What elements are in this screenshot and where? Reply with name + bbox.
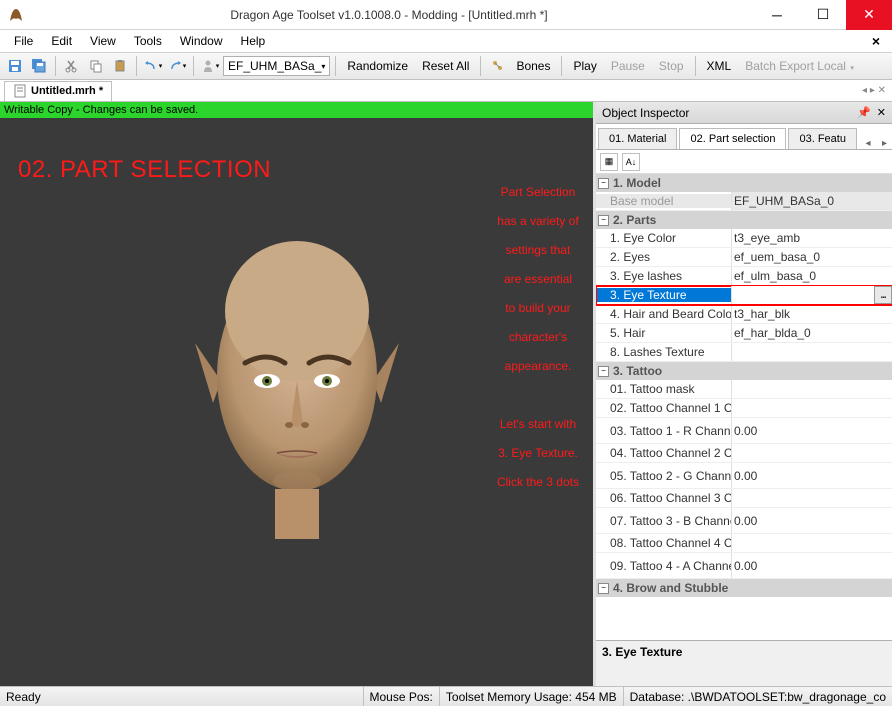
close-button[interactable]: ✕: [846, 0, 892, 30]
section-parts[interactable]: −2. Parts: [596, 211, 892, 229]
menu-edit[interactable]: Edit: [43, 32, 80, 50]
prop-tattoo-2-g[interactable]: 05. Tattoo 2 - G Channe0.00: [596, 463, 892, 489]
document-tab-strip: Untitled.mrh * ◂ ▸ ✕: [0, 80, 892, 102]
mdi-close-icon[interactable]: ×: [866, 33, 886, 49]
menu-bar: File Edit View Tools Window Help ×: [0, 30, 892, 52]
bones-button[interactable]: Bones: [510, 57, 556, 75]
collapse-icon[interactable]: −: [598, 178, 609, 189]
head-model: [187, 231, 407, 551]
chevron-down-icon: ▾: [321, 62, 325, 71]
status-memory: Toolset Memory Usage: 454 MB: [440, 687, 624, 706]
copy-icon[interactable]: [85, 55, 107, 77]
tab-scroll-left[interactable]: ◂: [862, 138, 873, 149]
sort-az-icon[interactable]: A↓: [622, 153, 640, 171]
menu-tools[interactable]: Tools: [126, 32, 170, 50]
base-model-value: EF_UHM_BASa_: [228, 59, 321, 73]
prop-lashes-texture[interactable]: 8. Lashes Texture: [596, 343, 892, 362]
reset-all-button[interactable]: Reset All: [416, 57, 475, 75]
app-icon: [8, 7, 24, 23]
section-tattoo[interactable]: −3. Tattoo: [596, 362, 892, 380]
status-mouse-pos: Mouse Pos:: [364, 687, 440, 706]
save-all-icon[interactable]: [28, 55, 50, 77]
redo-icon[interactable]: ▾: [166, 55, 188, 77]
base-model-dropdown[interactable]: EF_UHM_BASa_ ▾: [223, 56, 330, 76]
prop-tattoo-mask[interactable]: 01. Tattoo mask: [596, 380, 892, 399]
section-brow-stubble[interactable]: −4. Brow and Stubble: [596, 579, 892, 597]
save-icon[interactable]: [4, 55, 26, 77]
window-titlebar: Dragon Age Toolset v1.0.1008.0 - Modding…: [0, 0, 892, 30]
writable-banner: Writable Copy - Changes can be saved.: [0, 102, 593, 118]
main-toolbar: ▾ ▾ ▾ EF_UHM_BASa_ ▾ Randomize Reset All…: [0, 52, 892, 80]
xml-button[interactable]: XML: [701, 57, 738, 75]
ellipsis-button[interactable]: ...: [874, 286, 892, 304]
collapse-icon[interactable]: −: [598, 366, 609, 377]
menu-view[interactable]: View: [82, 32, 124, 50]
content-area: Writable Copy - Changes can be saved.: [0, 102, 892, 686]
document-icon: [13, 84, 27, 98]
prop-tattoo-ch1-color[interactable]: 02. Tattoo Channel 1 C: [596, 399, 892, 418]
prop-eye-color[interactable]: 1. Eye Colort3_eye_amb: [596, 229, 892, 248]
inspector-title: Object Inspector: [602, 106, 689, 120]
property-grid[interactable]: −1. Model Base modelEF_UHM_BASa_0 −2. Pa…: [596, 174, 892, 640]
prop-hair[interactable]: 5. Hairef_har_blda_0: [596, 324, 892, 343]
collapse-icon[interactable]: −: [598, 583, 609, 594]
collapse-icon[interactable]: −: [598, 215, 609, 226]
menu-window[interactable]: Window: [172, 32, 231, 50]
property-description: 3. Eye Texture: [596, 640, 892, 686]
pause-button[interactable]: Pause: [605, 57, 651, 75]
object-inspector-panel: Object Inspector 📌 ✕ 01. Material 02. Pa…: [596, 102, 892, 686]
status-ready: Ready: [0, 687, 364, 706]
prop-tattoo-3-b[interactable]: 07. Tattoo 3 - B Channe0.00: [596, 508, 892, 534]
cut-icon[interactable]: [61, 55, 83, 77]
menu-file[interactable]: File: [6, 32, 41, 50]
inspector-header[interactable]: Object Inspector 📌 ✕: [596, 102, 892, 124]
undo-icon[interactable]: ▾: [142, 55, 164, 77]
randomize-button[interactable]: Randomize: [341, 57, 414, 75]
prop-eyes[interactable]: 2. Eyesef_uem_basa_0: [596, 248, 892, 267]
maximize-button[interactable]: ☐: [800, 0, 846, 30]
property-grid-toolbar: ▦ A↓: [596, 150, 892, 174]
panel-close-icon[interactable]: ✕: [877, 106, 886, 119]
status-database: Database: .\BWDATOOLSET:bw_dragonage_co: [624, 687, 892, 706]
paste-icon[interactable]: [109, 55, 131, 77]
status-bar: Ready Mouse Pos: Toolset Memory Usage: 4…: [0, 686, 892, 706]
prop-tattoo-1-r[interactable]: 03. Tattoo 1 - R Channe0.00: [596, 418, 892, 444]
document-tab[interactable]: Untitled.mrh *: [4, 81, 112, 101]
menu-help[interactable]: Help: [233, 32, 274, 50]
tab-features[interactable]: 03. Featu: [788, 128, 856, 149]
window-title: Dragon Age Toolset v1.0.1008.0 - Modding…: [24, 8, 754, 22]
prop-hair-beard-color[interactable]: 4. Hair and Beard Colort3_har_blk: [596, 305, 892, 324]
tab-material[interactable]: 01. Material: [598, 128, 677, 149]
annotation-title: 02. PART SELECTION: [18, 156, 271, 184]
bones-toggle-icon[interactable]: [486, 55, 508, 77]
prop-tattoo-ch4-color[interactable]: 08. Tattoo Channel 4 C: [596, 534, 892, 553]
prop-tattoo-ch3-color[interactable]: 06. Tattoo Channel 3 C: [596, 489, 892, 508]
inspector-tab-strip: 01. Material 02. Part selection 03. Feat…: [596, 124, 892, 150]
stop-button[interactable]: Stop: [653, 57, 690, 75]
window-controls: ─ ☐ ✕: [754, 0, 892, 30]
tab-part-selection[interactable]: 02. Part selection: [679, 128, 786, 149]
prop-base-model[interactable]: Base modelEF_UHM_BASa_0: [596, 192, 892, 211]
viewport-pane: Writable Copy - Changes can be saved.: [0, 102, 596, 686]
pin-icon[interactable]: 📌: [857, 106, 871, 119]
model-base-icon[interactable]: ▾: [199, 55, 221, 77]
viewport-3d[interactable]: 02. PART SELECTION Part Selection has a …: [0, 118, 593, 686]
prop-tattoo-ch2-color[interactable]: 04. Tattoo Channel 2 C: [596, 444, 892, 463]
prop-tattoo-4-a[interactable]: 09. Tattoo 4 - A Channe0.00: [596, 553, 892, 579]
section-model[interactable]: −1. Model: [596, 174, 892, 192]
document-tab-title: Untitled.mrh *: [31, 85, 103, 97]
minimize-button[interactable]: ─: [754, 0, 800, 30]
play-button[interactable]: Play: [567, 57, 602, 75]
tab-nav-arrows[interactable]: ◂ ▸ ✕: [856, 85, 892, 96]
prop-eye-lashes[interactable]: 3. Eye lashesef_ulm_basa_0: [596, 267, 892, 286]
prop-eye-texture[interactable]: 3. Eye Texture...: [596, 286, 892, 305]
categorize-icon[interactable]: ▦: [600, 153, 618, 171]
annotation-body: Part Selection has a variety of settings…: [497, 176, 579, 495]
tab-scroll-right[interactable]: ▸: [879, 138, 890, 149]
batch-export-button[interactable]: Batch Export Local ▾: [739, 57, 860, 75]
